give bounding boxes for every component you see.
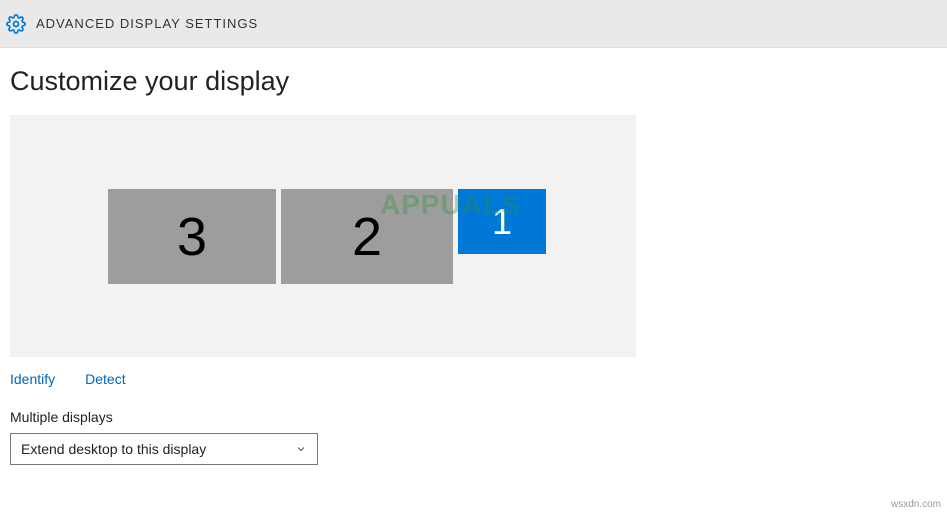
dropdown-selected-value: Extend desktop to this display bbox=[21, 441, 206, 457]
header-title: ADVANCED DISPLAY SETTINGS bbox=[36, 16, 258, 31]
display-monitor-3[interactable]: 3 bbox=[108, 189, 276, 284]
content-area: Customize your display 3 2 1 APPUALS Ide… bbox=[0, 48, 947, 465]
detect-link[interactable]: Detect bbox=[85, 371, 125, 387]
display-actions: Identify Detect bbox=[10, 371, 937, 387]
identify-link[interactable]: Identify bbox=[10, 371, 55, 387]
display-arrangement-panel[interactable]: 3 2 1 APPUALS bbox=[10, 115, 636, 357]
settings-gear-icon bbox=[6, 14, 26, 34]
display-monitor-1[interactable]: 1 bbox=[458, 189, 546, 254]
multiple-displays-label: Multiple displays bbox=[10, 409, 937, 425]
chevron-down-icon bbox=[295, 443, 307, 455]
attribution-text: wsxdn.com bbox=[891, 499, 941, 510]
title-bar: ADVANCED DISPLAY SETTINGS bbox=[0, 0, 947, 48]
display-monitor-2[interactable]: 2 bbox=[281, 189, 453, 284]
page-title: Customize your display bbox=[10, 66, 937, 97]
multiple-displays-dropdown[interactable]: Extend desktop to this display bbox=[10, 433, 318, 465]
